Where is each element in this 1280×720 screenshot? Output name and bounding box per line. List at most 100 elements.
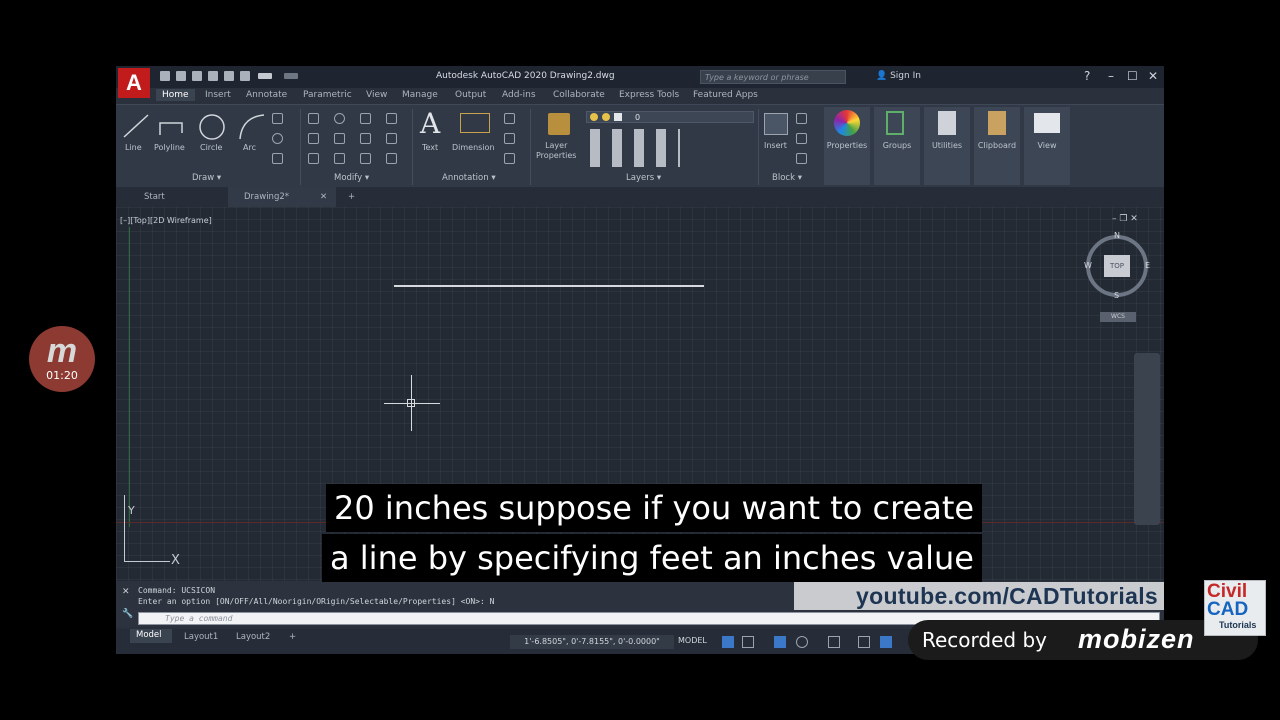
compass-east[interactable]: E bbox=[1145, 261, 1150, 270]
draw-panel-title[interactable]: Draw ▾ bbox=[192, 173, 221, 183]
block-panel-title[interactable]: Block ▾ bbox=[772, 173, 802, 183]
close-command-icon[interactable]: ✕ bbox=[122, 587, 130, 597]
tab-start[interactable]: Start bbox=[144, 192, 165, 202]
undo-icon[interactable] bbox=[258, 73, 272, 79]
create-block-icon[interactable] bbox=[796, 113, 807, 124]
navigation-bar[interactable] bbox=[1134, 353, 1160, 525]
polar-icon[interactable] bbox=[796, 636, 808, 648]
groups-panel[interactable]: Groups bbox=[874, 107, 920, 185]
tab-layout2[interactable]: Layout2 bbox=[236, 632, 270, 642]
view-panel[interactable]: View bbox=[1024, 107, 1070, 185]
close-button[interactable]: ✕ bbox=[1148, 69, 1158, 83]
save-icon[interactable] bbox=[192, 71, 202, 81]
clipboard-panel[interactable]: Clipboard bbox=[974, 107, 1020, 185]
insert-button[interactable]: Insert bbox=[764, 141, 787, 150]
annotation-panel-title[interactable]: Annotation ▾ bbox=[442, 173, 496, 183]
web-mobile-icon[interactable] bbox=[224, 71, 234, 81]
ortho-icon[interactable] bbox=[774, 636, 786, 648]
open-file-icon[interactable] bbox=[176, 71, 186, 81]
insert-block-icon[interactable] bbox=[764, 113, 788, 135]
tab-annotate[interactable]: Annotate bbox=[246, 90, 287, 100]
hatch-icon[interactable] bbox=[272, 153, 283, 164]
redo-icon[interactable] bbox=[284, 73, 298, 79]
application-menu-button[interactable]: A bbox=[118, 68, 150, 98]
arc-button[interactable]: Arc bbox=[243, 143, 256, 152]
dimension-tool-icon[interactable] bbox=[460, 113, 490, 133]
viewport-controls[interactable]: [–][Top][2D Wireframe] bbox=[120, 216, 212, 225]
offset-icon[interactable] bbox=[386, 153, 397, 164]
customize-command-icon[interactable]: 🔧 bbox=[122, 609, 133, 619]
lineweight-icon[interactable] bbox=[858, 636, 870, 648]
array-icon[interactable] bbox=[360, 153, 371, 164]
tab-add-ins[interactable]: Add-ins bbox=[502, 90, 536, 100]
rectangle-icon[interactable] bbox=[272, 113, 283, 124]
compass-south[interactable]: S bbox=[1114, 291, 1119, 300]
drawn-line[interactable] bbox=[394, 285, 704, 287]
lock-icon[interactable] bbox=[614, 113, 622, 121]
viewport-window-controls[interactable]: – ❐ ✕ bbox=[1112, 214, 1138, 224]
rotate-icon[interactable] bbox=[334, 113, 345, 124]
utilities-panel[interactable]: Utilities bbox=[924, 107, 970, 185]
fillet-icon[interactable] bbox=[360, 133, 371, 144]
tab-express-tools[interactable]: Express Tools bbox=[619, 90, 679, 100]
layer-properties-button[interactable]: Layer Properties bbox=[536, 141, 576, 161]
selection-cycling-icon[interactable] bbox=[880, 636, 892, 648]
layer-properties-icon[interactable] bbox=[548, 113, 570, 135]
layer-dropdown[interactable]: 0 bbox=[586, 111, 754, 123]
maximize-button[interactable]: ☐ bbox=[1127, 69, 1138, 83]
new-tab-icon[interactable]: + bbox=[348, 192, 355, 202]
model-space-button[interactable]: MODEL bbox=[678, 636, 707, 645]
wcs-menu[interactable]: WCS bbox=[1100, 312, 1136, 322]
circle-button[interactable]: Circle bbox=[200, 143, 222, 152]
add-layout-icon[interactable]: + bbox=[289, 632, 296, 642]
text-tool-icon[interactable]: A bbox=[420, 107, 440, 140]
layer-tool-icons[interactable] bbox=[590, 129, 680, 167]
tab-featured-apps[interactable]: Featured Apps bbox=[693, 90, 758, 100]
mirror-icon[interactable] bbox=[334, 133, 345, 144]
lightbulb-icon[interactable] bbox=[590, 113, 598, 121]
osnap-icon[interactable] bbox=[828, 636, 840, 648]
copy-icon[interactable] bbox=[308, 133, 319, 144]
recorder-button[interactable]: m 01:20 bbox=[29, 326, 95, 392]
linear-dim-icon[interactable] bbox=[504, 113, 515, 124]
snap-icon[interactable] bbox=[742, 636, 754, 648]
tab-layout1[interactable]: Layout1 bbox=[184, 632, 218, 642]
minimize-button[interactable]: – bbox=[1108, 69, 1114, 83]
text-button[interactable]: Text bbox=[422, 143, 438, 152]
block-attribute-icon[interactable] bbox=[796, 153, 807, 164]
explode-icon[interactable] bbox=[386, 133, 397, 144]
sun-icon[interactable] bbox=[602, 113, 610, 121]
save-as-icon[interactable] bbox=[208, 71, 218, 81]
ellipse-icon[interactable] bbox=[272, 133, 283, 144]
move-icon[interactable] bbox=[308, 113, 319, 124]
tab-manage[interactable]: Manage bbox=[402, 90, 438, 100]
help-icon[interactable]: ? bbox=[1084, 69, 1090, 83]
leader-icon[interactable] bbox=[504, 133, 515, 144]
grid-icon[interactable] bbox=[722, 636, 734, 648]
table-icon[interactable] bbox=[504, 153, 515, 164]
line-button[interactable]: Line bbox=[125, 143, 142, 152]
compass-west[interactable]: W bbox=[1084, 261, 1092, 270]
tab-insert[interactable]: Insert bbox=[205, 90, 231, 100]
tab-home[interactable]: Home bbox=[156, 89, 195, 101]
dimension-button[interactable]: Dimension bbox=[452, 143, 495, 152]
close-tab-icon[interactable]: ✕ bbox=[320, 192, 327, 202]
tab-drawing2[interactable]: Drawing2* ✕ bbox=[228, 187, 336, 207]
sign-in-link[interactable]: 👤 Sign In bbox=[876, 71, 921, 81]
stretch-icon[interactable] bbox=[308, 153, 319, 164]
trim-icon[interactable] bbox=[360, 113, 371, 124]
tab-model[interactable]: Model bbox=[130, 629, 172, 643]
new-file-icon[interactable] bbox=[160, 71, 170, 81]
modify-panel-title[interactable]: Modify ▾ bbox=[334, 173, 369, 183]
layers-panel-title[interactable]: Layers ▾ bbox=[626, 173, 661, 183]
search-input[interactable]: Type a keyword or phrase bbox=[700, 70, 846, 84]
compass-north[interactable]: N bbox=[1114, 231, 1120, 240]
erase-icon[interactable] bbox=[386, 113, 397, 124]
tab-collaborate[interactable]: Collaborate bbox=[553, 90, 605, 100]
tab-view[interactable]: View bbox=[366, 90, 387, 100]
print-icon[interactable] bbox=[240, 71, 250, 81]
edit-block-icon[interactable] bbox=[796, 133, 807, 144]
properties-panel[interactable]: Properties bbox=[824, 107, 870, 185]
polyline-button[interactable]: Polyline bbox=[154, 143, 185, 152]
tab-parametric[interactable]: Parametric bbox=[303, 90, 352, 100]
